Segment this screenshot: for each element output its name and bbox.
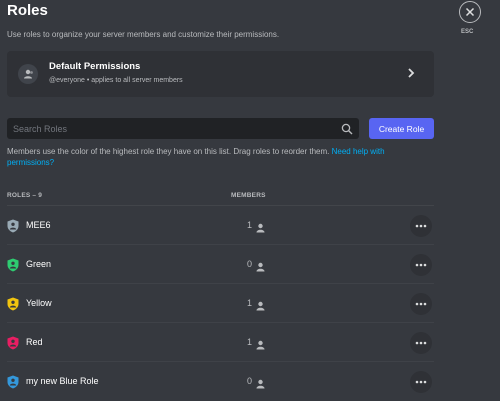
close-icon	[465, 7, 475, 17]
member-count: 1	[247, 220, 253, 230]
role-name: Green	[26, 259, 52, 269]
ellipsis-icon	[415, 224, 427, 228]
role-name: my new Blue Role	[26, 376, 99, 386]
person-icon	[256, 376, 265, 394]
role-shield-icon	[7, 297, 19, 316]
more-options-button[interactable]	[410, 215, 432, 237]
person-icon	[256, 220, 265, 238]
members-column-header: MEMBERS	[231, 192, 266, 199]
search-icon[interactable]	[341, 122, 353, 140]
person-icon	[256, 337, 265, 355]
person-icon	[256, 298, 265, 316]
role-shield-icon	[7, 375, 19, 394]
role-row-blue[interactable]: my new Blue Role 0	[7, 362, 434, 401]
ellipsis-icon	[415, 302, 427, 306]
role-row-green[interactable]: Green 0	[7, 245, 434, 284]
page-title: Roles	[7, 2, 48, 19]
role-row-mee6[interactable]: MEE6 1	[7, 206, 434, 245]
more-options-button[interactable]	[410, 254, 432, 276]
people-icon	[18, 64, 38, 84]
close-panel: ESC	[447, 0, 500, 400]
role-name: MEE6	[26, 220, 51, 230]
ellipsis-icon	[415, 341, 427, 345]
chevron-right-icon	[406, 66, 416, 85]
role-row-red[interactable]: Red 1	[7, 323, 434, 362]
create-role-button[interactable]: Create Role	[369, 118, 434, 139]
close-button[interactable]	[459, 1, 481, 23]
role-shield-icon	[7, 258, 19, 277]
search-roles-field	[7, 118, 359, 139]
role-name: Yellow	[26, 298, 52, 308]
member-count: 0	[247, 376, 253, 386]
default-permissions-subtitle: @everyone • applies to all server member…	[49, 77, 183, 84]
esc-label: ESC	[461, 29, 474, 35]
help-text: Members use the color of the highest rol…	[7, 146, 432, 168]
role-shield-icon	[7, 219, 19, 238]
page-description: Use roles to organize your server member…	[7, 30, 280, 39]
ellipsis-icon	[415, 380, 427, 384]
role-row-yellow[interactable]: Yellow 1	[7, 284, 434, 323]
more-options-button[interactable]	[410, 332, 432, 354]
role-name: Red	[26, 337, 43, 347]
search-input[interactable]	[7, 118, 327, 139]
default-permissions-card[interactable]: Default Permissions @everyone • applies …	[7, 51, 434, 97]
member-count: 1	[247, 337, 253, 347]
roles-settings-page: Roles Use roles to organize your server …	[0, 0, 447, 400]
roles-column-header: ROLES – 9	[7, 192, 43, 199]
more-options-button[interactable]	[410, 293, 432, 315]
help-description: Members use the color of the highest rol…	[7, 147, 332, 156]
ellipsis-icon	[415, 263, 427, 267]
role-shield-icon	[7, 336, 19, 355]
person-icon	[256, 259, 265, 277]
member-count: 1	[247, 298, 253, 308]
more-options-button[interactable]	[410, 371, 432, 393]
member-count: 0	[247, 259, 253, 269]
default-permissions-title: Default Permissions	[49, 61, 141, 72]
